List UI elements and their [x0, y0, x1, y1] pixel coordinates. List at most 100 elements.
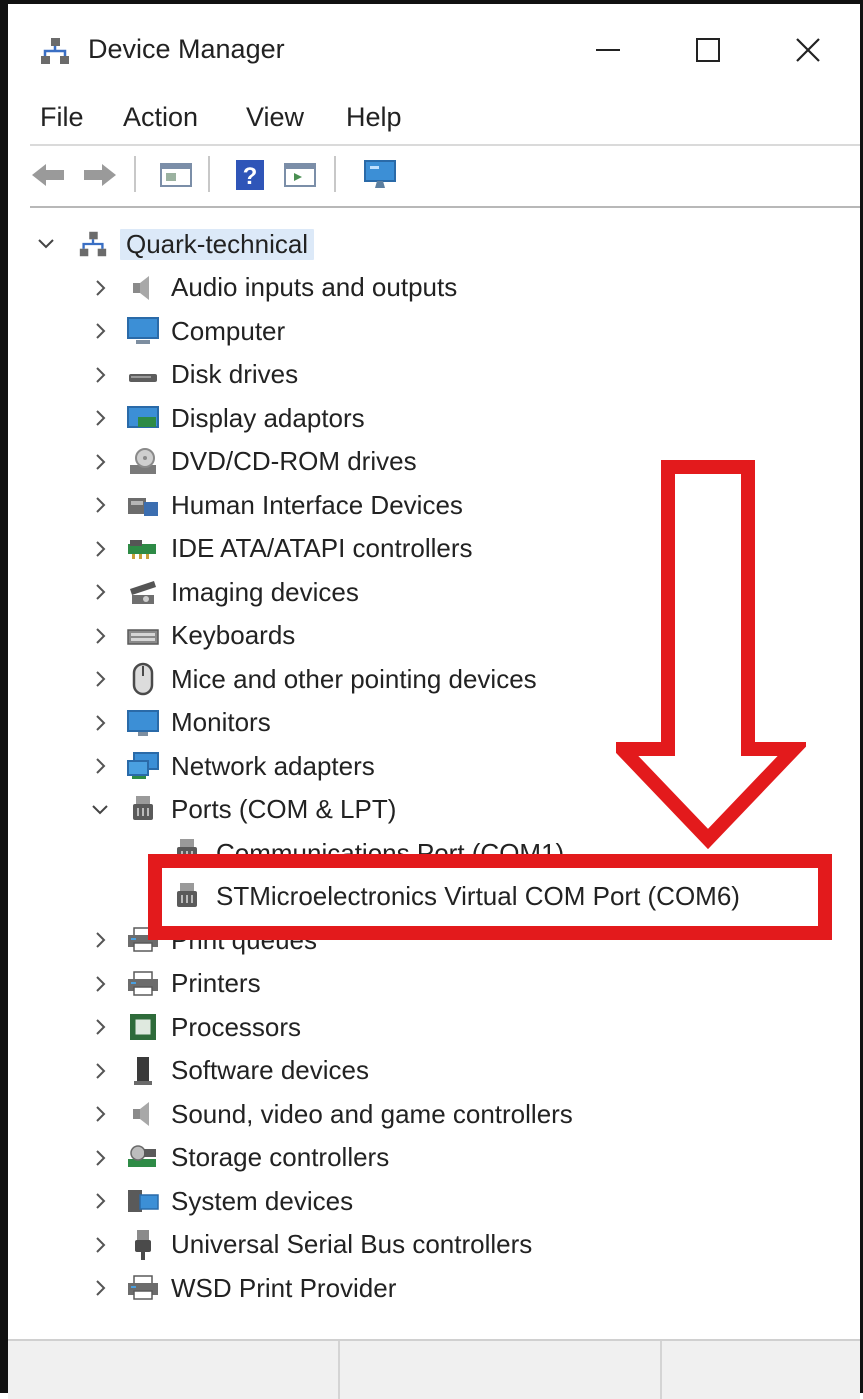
- tree-item-system-devices[interactable]: System devices: [30, 1181, 830, 1221]
- tree-item-label: Keyboards: [171, 620, 296, 650]
- chevron-right-icon[interactable]: [88, 268, 112, 308]
- port-icon: [124, 790, 162, 830]
- mouse-icon: [124, 659, 162, 699]
- help-icon[interactable]: ?: [230, 156, 270, 194]
- ide-controller-icon: [124, 529, 162, 569]
- tree-item-universal-serial-bus-controllers[interactable]: Universal Serial Bus controllers: [30, 1225, 830, 1265]
- tree-root-node[interactable]: Quark-technical: [30, 224, 830, 264]
- tree-item-label: Monitors: [171, 707, 271, 737]
- maximize-button[interactable]: [668, 22, 748, 78]
- tree-item-label: Computer: [171, 315, 286, 346]
- status-divider: [660, 1341, 662, 1399]
- tree-item-label: Printers: [171, 968, 261, 998]
- monitor-icon[interactable]: [360, 156, 400, 194]
- tree-item-label: Mice and other pointing devices: [171, 663, 537, 694]
- update-driver-icon[interactable]: [280, 156, 320, 194]
- highlight-box-annotation: [148, 854, 832, 940]
- camera-icon: [124, 572, 162, 612]
- menu-bar: File Action View Help: [8, 94, 860, 144]
- toolbar-divider: [134, 156, 136, 192]
- properties-icon[interactable]: [156, 156, 196, 194]
- toolbar-divider: [334, 156, 336, 192]
- tree-item-label: Human Interface Devices: [171, 489, 463, 520]
- menu-view[interactable]: View: [246, 102, 304, 133]
- menu-file[interactable]: File: [40, 102, 84, 133]
- tree-item-wsd-print-provider[interactable]: WSD Print Provider: [30, 1268, 830, 1308]
- tree-item-label: System devices: [171, 1185, 354, 1216]
- tree-item-printers[interactable]: Printers: [30, 964, 830, 1004]
- computer-icon: [124, 311, 162, 351]
- usb-icon: [124, 1225, 162, 1265]
- chevron-right-icon[interactable]: [88, 1007, 112, 1047]
- chevron-right-icon[interactable]: [88, 1138, 112, 1178]
- speaker-icon: [124, 1094, 162, 1134]
- chevron-right-icon[interactable]: [88, 964, 112, 1004]
- disk-drive-icon: [124, 355, 162, 395]
- chevron-right-icon[interactable]: [88, 311, 112, 351]
- tree-item-processors[interactable]: Processors: [30, 1007, 830, 1047]
- system-device-icon: [124, 1181, 162, 1221]
- printer-icon: [124, 1268, 162, 1308]
- chevron-right-icon[interactable]: [88, 1051, 112, 1091]
- chevron-right-icon[interactable]: [88, 485, 112, 525]
- tree-item-audio-inputs-and-outputs[interactable]: Audio inputs and outputs: [30, 268, 830, 308]
- close-button[interactable]: [768, 22, 848, 78]
- tree-root-label: Quark-technical: [120, 228, 315, 260]
- chevron-right-icon[interactable]: [88, 398, 112, 438]
- red-arrow-annotation: [616, 460, 806, 849]
- chevron-right-icon[interactable]: [88, 659, 112, 699]
- tree-item-label: Disk drives: [171, 359, 299, 389]
- device-manager-icon: [38, 34, 72, 68]
- speaker-icon: [124, 268, 162, 308]
- tree-item-label: Software devices: [171, 1055, 369, 1085]
- chevron-right-icon[interactable]: [88, 572, 112, 612]
- chevron-right-icon[interactable]: [88, 1181, 112, 1221]
- toolbar-divider: [208, 156, 210, 192]
- tree-item-disk-drives[interactable]: Disk drives: [30, 355, 830, 395]
- tree-item-label: Storage controllers: [171, 1142, 390, 1172]
- tree-item-label: Display adaptors: [171, 402, 365, 433]
- chevron-right-icon[interactable]: [88, 703, 112, 743]
- forward-icon[interactable]: [80, 156, 120, 194]
- tree-item-label: IDE ATA/ATAPI controllers: [171, 533, 473, 563]
- chevron-right-icon[interactable]: [88, 1225, 112, 1265]
- hid-icon: [124, 485, 162, 525]
- keyboard-icon: [124, 616, 162, 656]
- tree-item-computer[interactable]: Computer: [30, 311, 830, 351]
- minimize-button[interactable]: [568, 22, 648, 78]
- chevron-down-icon[interactable]: [88, 790, 112, 830]
- tree-item-display-adaptors[interactable]: Display adaptors: [30, 398, 830, 438]
- chevron-right-icon[interactable]: [88, 746, 112, 786]
- tree-item-label: Audio inputs and outputs: [171, 272, 458, 302]
- chevron-right-icon[interactable]: [88, 920, 112, 960]
- tree-item-label: Imaging devices: [171, 576, 359, 607]
- network-adapter-icon: [124, 746, 162, 786]
- tree-item-storage-controllers[interactable]: Storage controllers: [30, 1138, 830, 1178]
- tree-item-label: Network adapters: [171, 750, 375, 781]
- processor-icon: [124, 1007, 162, 1047]
- chevron-right-icon[interactable]: [88, 355, 112, 395]
- device-manager-window: Device Manager File Action View Help ? Q…: [0, 0, 863, 1399]
- menu-help[interactable]: Help: [346, 102, 402, 133]
- software-device-icon: [124, 1051, 162, 1091]
- chevron-right-icon[interactable]: [88, 1268, 112, 1308]
- tree-item-sound-video-and-game-controllers[interactable]: Sound, video and game controllers: [30, 1094, 830, 1134]
- window-title: Device Manager: [88, 34, 285, 64]
- monitor-icon: [124, 703, 162, 743]
- tree-item-label: Sound, video and game controllers: [171, 1098, 573, 1129]
- chevron-right-icon[interactable]: [88, 616, 112, 656]
- tree-item-software-devices[interactable]: Software devices: [30, 1051, 830, 1091]
- display-adapter-icon: [124, 398, 162, 438]
- menu-action[interactable]: Action: [123, 102, 198, 133]
- status-divider: [338, 1341, 340, 1399]
- dvd-drive-icon: [124, 442, 162, 482]
- tree-item-label: Processors: [171, 1011, 302, 1042]
- title-bar[interactable]: Device Manager: [8, 4, 860, 84]
- chevron-right-icon[interactable]: [88, 529, 112, 569]
- chevron-down-icon[interactable]: [34, 224, 58, 264]
- back-icon[interactable]: [28, 156, 68, 194]
- storage-controller-icon: [124, 1138, 162, 1178]
- tree-item-label: Ports (COM & LPT): [171, 794, 397, 824]
- chevron-right-icon[interactable]: [88, 1094, 112, 1134]
- chevron-right-icon[interactable]: [88, 442, 112, 482]
